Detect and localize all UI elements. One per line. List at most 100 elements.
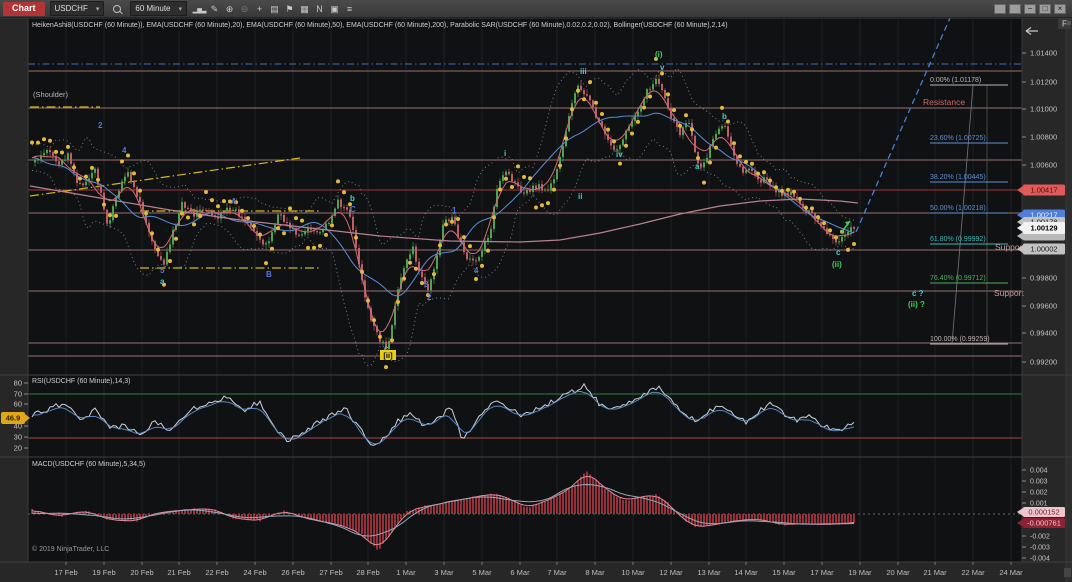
wave-label: C [350,205,356,214]
chevron-down-icon: ▾ [96,5,100,13]
svg-text:100.00% (0.99259): 100.00% (0.99259) [930,336,990,343]
instrument-value: USDCHF [55,4,88,13]
svg-text:23.60% (1.00725): 23.60% (1.00725) [930,135,986,142]
zoom-in-icon[interactable]: ⊕ [222,3,237,16]
svg-text:8 Mar: 8 Mar [585,568,605,577]
svg-text:0.00% (1.01178): 0.00% (1.01178) [930,77,981,84]
chevron-down-icon: ▾ [179,5,183,13]
restore-button[interactable]: □ [1039,4,1051,14]
svg-text:22 Mar: 22 Mar [961,568,985,577]
interval-value: 60 Minute [135,4,170,13]
svg-text:13 Mar: 13 Mar [697,568,721,577]
svg-text:21 Mar: 21 Mar [923,568,947,577]
svg-text:61.80% (0.99992): 61.80% (0.99992) [930,236,986,243]
price-badge-1.00002: 1.00002 [1017,244,1065,255]
svg-text:21 Feb: 21 Feb [167,568,190,577]
svg-text:27 Feb: 27 Feb [319,568,342,577]
svg-text:3 Mar: 3 Mar [434,568,454,577]
support-label-2: Support [994,288,1024,298]
flag-marker-icon[interactable]: ⚑ [282,3,297,16]
svg-text:0.000152: 0.000152 [1028,508,1059,517]
wave-label: 4 [122,146,127,155]
svg-text:19 Feb: 19 Feb [92,568,115,577]
data-series-icon[interactable]: ≡ [342,3,357,16]
svg-text:70: 70 [14,390,22,399]
svg-text:6 Mar: 6 Mar [510,568,530,577]
svg-text:1.01200: 1.01200 [1030,78,1057,87]
indicators-icon[interactable]: ▦ [297,3,312,16]
resize-grip[interactable] [1064,568,1071,577]
svg-text:0.002: 0.002 [1030,490,1048,497]
wave-label: (ii) [832,260,842,269]
wave-label: 2 [98,121,103,130]
svg-text:0.99800: 0.99800 [1030,274,1057,283]
crosshair-icon[interactable]: + [252,3,267,16]
snapshot-icon[interactable]: ▣ [327,3,342,16]
instrument-select[interactable]: USDCHF ▾ [50,1,105,16]
svg-text:-0.003: -0.003 [1030,545,1050,552]
wave-label: iv [616,150,623,159]
chart-style-icon[interactable]: ▂▆▃ [192,5,207,18]
svg-text:10 Mar: 10 Mar [621,568,645,577]
svg-text:19 Mar: 19 Mar [848,568,872,577]
svg-text:-0.000761: -0.000761 [1027,519,1061,528]
shoulder-label: (Shoulder) [33,90,69,99]
wave-label: iii [580,67,587,76]
window-buttons: − □ × [994,4,1066,14]
chart-tab[interactable]: Chart [3,2,45,16]
svg-text:80: 80 [14,379,22,388]
svg-text:20 Feb: 20 Feb [130,568,153,577]
wave-label: 3 [424,280,429,289]
freehand-draw-icon[interactable]: N [312,3,327,16]
wave-label: B [266,270,272,279]
ninjatrader-chart-window: 0.00% (1.01178) 23.60% (1.00725) 38.20% (1… [0,0,1072,582]
chart-canvas: 0.00% (1.01178) 23.60% (1.00725) 38.20% (1… [0,0,1072,582]
svg-text:76.40% (0.99712): 76.40% (0.99712) [930,275,986,282]
svg-text:38.20% (1.00445): 38.20% (1.00445) [930,174,986,181]
toolbar: Chart USDCHF ▾ 60 Minute ▾ ▂▆▃✎⊕⊖+▤⚑▦N▣≡… [0,0,1072,18]
zoom-out-icon[interactable]: ⊖ [237,3,252,16]
svg-text:0.99200: 0.99200 [1030,358,1057,367]
svg-text:24 Feb: 24 Feb [243,568,266,577]
new-window-icon[interactable]: ▤ [267,3,282,16]
svg-text:14 Mar: 14 Mar [734,568,758,577]
draw-icon[interactable]: ✎ [207,3,222,16]
svg-text:50.00% (1.00218): 50.00% (1.00218) [930,205,986,212]
wave-label: ii [578,192,582,201]
wave-label: A [231,197,237,206]
svg-text:22 Feb: 22 Feb [205,568,228,577]
price-badge-1.00129: 1.00129 [1017,222,1065,234]
search-icon[interactable] [113,5,121,13]
price-badge-1.00417: 1.00417 [1017,185,1065,196]
dock-button[interactable] [994,4,1006,14]
close-button[interactable]: × [1054,4,1066,14]
wave-label: (ii) ? [908,300,925,309]
svg-text:1.00002: 1.00002 [1030,245,1057,254]
svg-text:7 Mar: 7 Mar [547,568,567,577]
svg-text:1.00600: 1.00600 [1030,161,1057,170]
wave-label: (i) [655,50,663,59]
svg-text:20: 20 [14,444,22,453]
svg-text:0.001: 0.001 [1030,501,1048,508]
wave-label: 2 [427,293,432,302]
svg-text:1 Mar: 1 Mar [396,568,416,577]
wave-label: c ? [912,289,924,298]
wave-label: a [695,162,700,171]
wave-label: 4 [474,266,479,275]
svg-text:17 Mar: 17 Mar [810,568,834,577]
svg-text:15 Mar: 15 Mar [772,568,796,577]
svg-text:0.99400: 0.99400 [1030,329,1057,338]
wave-label: b [722,112,727,121]
minimize-button[interactable]: − [1024,4,1036,14]
interval-select[interactable]: 60 Minute ▾ [130,1,187,16]
svg-text:5 Mar: 5 Mar [472,568,492,577]
wave-label: 5 [160,266,165,275]
svg-text:1.01400: 1.01400 [1030,49,1057,58]
wave-label: i [504,149,506,158]
svg-text:1.01000: 1.01000 [1030,105,1057,114]
wave-label: 1 [452,206,457,215]
dock-button-2[interactable] [1009,4,1021,14]
svg-text:60: 60 [14,400,22,409]
svg-text:12 Mar: 12 Mar [659,568,683,577]
svg-text:F: F [1062,20,1067,29]
